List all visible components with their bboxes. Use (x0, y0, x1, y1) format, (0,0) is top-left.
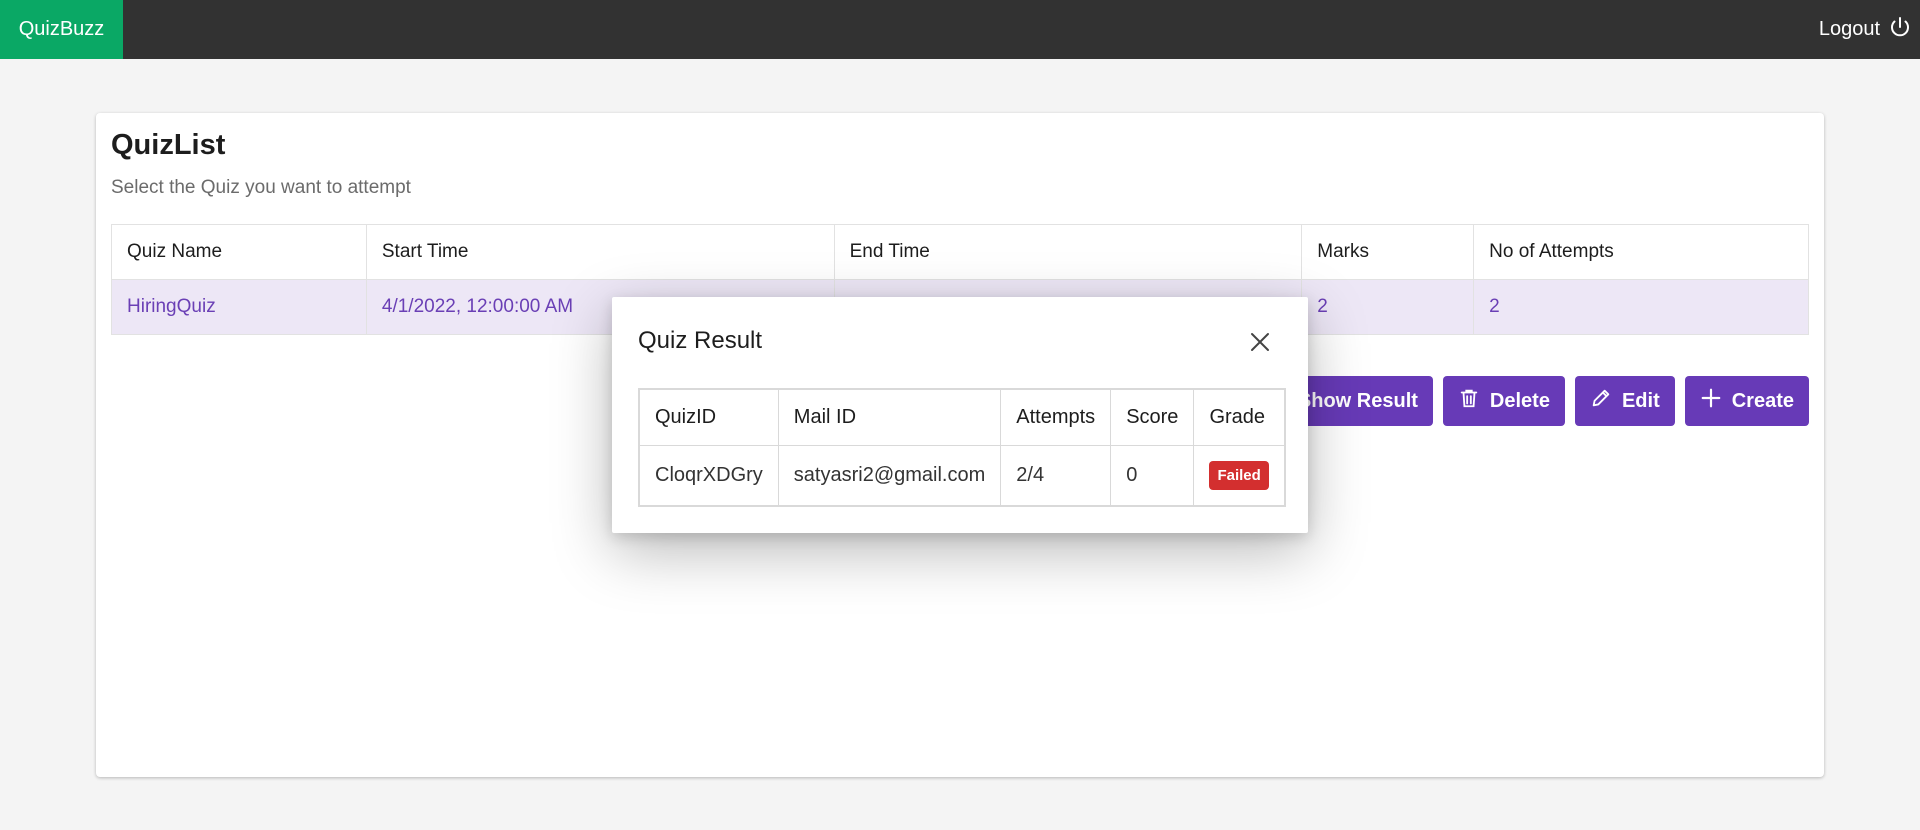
cell-grade: Failed (1193, 444, 1286, 507)
page-subtitle: Select the Quiz you want to attempt (111, 177, 411, 198)
top-navbar: QuizBuzz Logout (0, 0, 1920, 59)
header-quiz-name: Quiz Name (111, 224, 367, 280)
create-label: Create (1731, 389, 1794, 412)
cell-marks: 2 (1301, 279, 1475, 335)
status-badge: Failed (1209, 460, 1269, 490)
page-title: QuizList (111, 129, 226, 161)
cell-mail-id: satyasri2@gmail.com (777, 444, 1002, 507)
power-icon (1888, 15, 1912, 45)
pencil-icon (1590, 387, 1612, 415)
cell-quiz-id: CloqrXDGry (638, 444, 779, 507)
cell-attempts: 2/4 (1000, 444, 1112, 507)
header-no-of-attempts: No of Attempts (1473, 224, 1809, 280)
table-row: CloqrXDGry satyasri2@gmail.com 2/4 0 Fai… (638, 444, 1286, 507)
cell-quiz-name: HiringQuiz (111, 279, 367, 335)
header-attempts: Attempts (1000, 388, 1112, 446)
header-score: Score (1110, 388, 1195, 446)
result-table: QuizID Mail ID Attempts Score Grade Cloq… (638, 388, 1286, 507)
plus-icon (1700, 387, 1722, 415)
header-start-time: Start Time (365, 224, 835, 280)
result-table-header: QuizID Mail ID Attempts Score Grade (638, 388, 1286, 446)
header-mail-id: Mail ID (777, 388, 1002, 446)
brand-logo[interactable]: QuizBuzz (0, 0, 123, 59)
cell-attempts: 2 (1473, 279, 1809, 335)
header-quiz-id: QuizID (638, 388, 779, 446)
quiz-table-header: Quiz Name Start Time End Time Marks No o… (111, 224, 1809, 280)
action-toolbar: Show Result Delete Edit Create (1250, 376, 1809, 426)
header-marks: Marks (1301, 224, 1475, 280)
trash-icon (1458, 387, 1480, 415)
header-grade: Grade (1193, 388, 1286, 446)
close-icon[interactable] (1248, 330, 1272, 354)
delete-label: Delete (1489, 389, 1550, 412)
logout-button[interactable]: Logout (1819, 0, 1912, 59)
header-end-time: End Time (833, 224, 1303, 280)
logout-label: Logout (1818, 18, 1880, 40)
show-result-label: Show Result (1297, 389, 1418, 412)
cell-score: 0 (1110, 444, 1195, 507)
edit-label: Edit (1621, 389, 1660, 412)
dialog-title: Quiz Result (638, 327, 763, 354)
edit-button[interactable]: Edit (1574, 376, 1675, 426)
create-button[interactable]: Create (1684, 376, 1809, 426)
quiz-result-dialog: Quiz Result QuizID Mail ID Attempts Scor… (612, 297, 1308, 533)
delete-button[interactable]: Delete (1442, 376, 1565, 426)
